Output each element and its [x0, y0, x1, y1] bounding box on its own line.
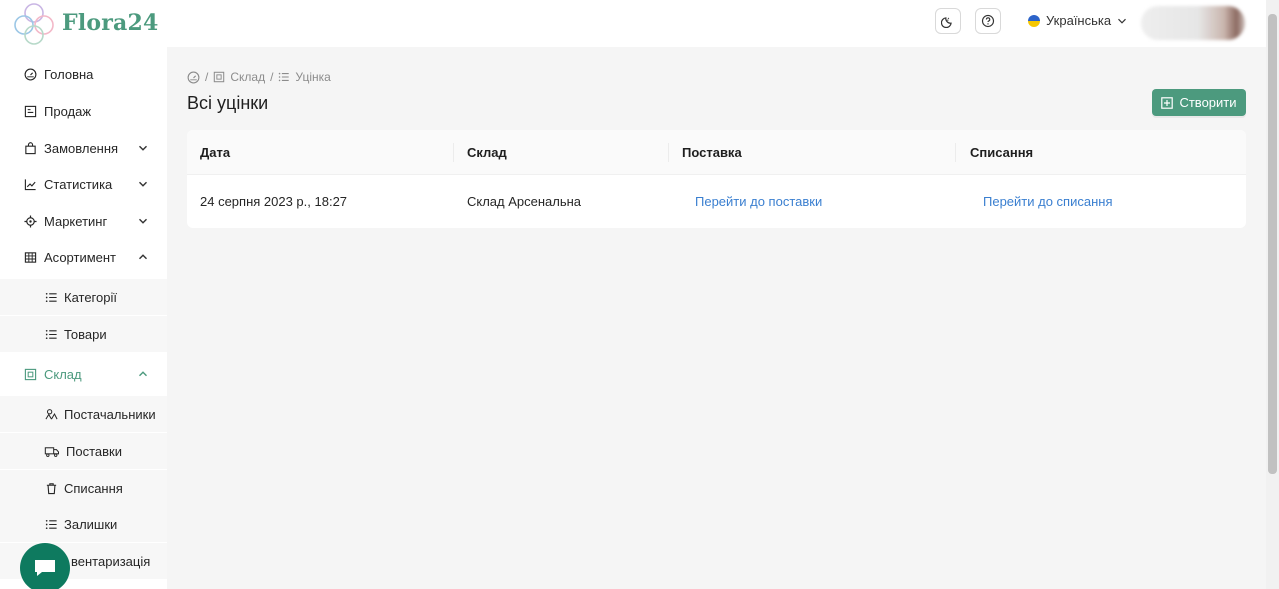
- help-icon: [981, 14, 995, 28]
- breadcrumb-current: Уцінка: [295, 70, 331, 84]
- sidebar-item-label: Продаж: [44, 103, 92, 119]
- column-header-writeoff: Списання: [970, 145, 1034, 160]
- sidebar-subitem-deliveries[interactable]: Поставки: [0, 433, 167, 469]
- sidebar-item-label: Склад: [44, 366, 82, 382]
- sidebar-item-label: Головна: [44, 66, 94, 82]
- sidebar-item-assortment[interactable]: Асортимент: [0, 239, 167, 275]
- language-selector[interactable]: Українська: [1028, 13, 1127, 28]
- chevron-down-icon: [139, 145, 147, 151]
- language-label: Українська: [1046, 13, 1112, 28]
- page-title: Всі уцінки: [187, 93, 269, 113]
- chevron-down-icon: [139, 218, 147, 224]
- sidebar-subitem-writeoffs[interactable]: Списання: [0, 470, 167, 506]
- chat-icon: [35, 560, 55, 576]
- create-button[interactable]: Створити: [1152, 89, 1246, 116]
- breadcrumb-separator: /: [270, 70, 274, 84]
- table-header: Дата Склад Поставка Списання: [187, 130, 1246, 175]
- sidebar-item-label: Маркетинг: [44, 213, 108, 229]
- sidebar-subitem-label: Залишки: [64, 516, 118, 532]
- delivery-link[interactable]: Перейти до поставки: [695, 175, 822, 228]
- ukraine-flag-icon: [1028, 14, 1040, 27]
- truck-icon: [44, 444, 60, 458]
- theme-toggle-button[interactable]: [935, 8, 961, 34]
- sidebar-item-orders[interactable]: Замовлення: [0, 130, 167, 166]
- sidebar-subitem-label: Товари: [64, 326, 107, 342]
- breadcrumb-separator: /: [205, 70, 209, 84]
- sidebar-subitem-label: Поставки: [66, 443, 122, 459]
- bag-icon: [23, 141, 37, 155]
- dashboard-icon[interactable]: [187, 71, 200, 84]
- chevron-up-icon: [139, 254, 147, 260]
- user-avatar[interactable]: [1141, 6, 1245, 40]
- warehouse-icon: [23, 367, 37, 381]
- breadcrumb-warehouse[interactable]: Склад: [230, 70, 265, 84]
- grid-icon: [23, 250, 37, 264]
- warehouse-icon: [214, 71, 225, 83]
- top-header: Flora24 Українська: [0, 0, 1266, 47]
- sidebar-subitem-categories[interactable]: Категорії: [0, 279, 167, 315]
- column-header-warehouse: Склад: [467, 145, 507, 160]
- column-header-date: Дата: [200, 145, 231, 160]
- pos-icon: [23, 104, 37, 118]
- plus-square-icon: [1161, 96, 1174, 109]
- list-icon: [44, 290, 58, 304]
- brand-name: Flora24: [62, 9, 159, 36]
- column-separator: [955, 143, 956, 162]
- brand-logo[interactable]: Flora24: [12, 0, 159, 45]
- sidebar-subitem-products[interactable]: Товари: [0, 316, 167, 352]
- sidebar-item-label: Асортимент: [44, 249, 117, 265]
- trash-icon: [44, 481, 58, 495]
- sidebar-subitem-suppliers[interactable]: Постачальники: [0, 396, 167, 432]
- create-button-label: Створити: [1179, 95, 1237, 110]
- sidebar-subitem-label: Категорії: [64, 289, 117, 305]
- sidebar-item-label: Статистика: [44, 176, 113, 192]
- chart-icon: [23, 177, 37, 191]
- sidebar-item-label: Замовлення: [44, 140, 119, 156]
- page-scrollbar[interactable]: [1266, 0, 1279, 589]
- sidebar-item-marketing[interactable]: Маркетинг: [0, 203, 167, 239]
- markdowns-table: Дата Склад Поставка Списання 24 серпня 2…: [187, 130, 1246, 228]
- dashboard-icon: [23, 67, 37, 81]
- writeoff-link[interactable]: Перейти до списання: [983, 175, 1112, 228]
- list-icon: [44, 517, 58, 531]
- chevron-down-icon: [139, 181, 147, 187]
- sidebar-item-sales[interactable]: Продаж: [0, 93, 167, 129]
- suppliers-icon: [44, 407, 58, 421]
- column-header-delivery: Поставка: [682, 145, 742, 160]
- chevron-down-icon: [1118, 18, 1127, 24]
- moon-icon: [941, 17, 952, 28]
- breadcrumb: / Склад / Уцінка: [187, 70, 331, 84]
- target-icon: [23, 214, 37, 228]
- sidebar-subitem-label: вентаризація: [71, 553, 151, 569]
- sidebar-subitem-label: Постачальники: [64, 406, 156, 422]
- sidebar-item-warehouse[interactable]: Склад: [0, 356, 167, 392]
- list-icon: [279, 72, 290, 82]
- column-separator: [668, 143, 669, 162]
- sidebar-subitem-label: Списання: [64, 480, 123, 496]
- help-button[interactable]: [975, 8, 1001, 34]
- cell-warehouse: Склад Арсенальна: [467, 194, 582, 209]
- cell-date: 24 серпня 2023 р., 18:27: [200, 194, 348, 209]
- chevron-up-icon: [139, 371, 147, 377]
- sidebar-item-home[interactable]: Головна: [0, 56, 167, 92]
- sidebar-item-statistics[interactable]: Статистика: [0, 166, 167, 202]
- list-icon: [44, 327, 58, 341]
- chat-widget-button[interactable]: [20, 543, 70, 589]
- sidebar: Головна Продаж Замовлення Статистика Мар…: [0, 47, 167, 589]
- sidebar-subitem-stock[interactable]: Залишки: [0, 506, 167, 542]
- column-separator: [453, 143, 454, 162]
- scrollbar-thumb[interactable]: [1268, 14, 1277, 474]
- flower-logo-icon: [14, 2, 54, 45]
